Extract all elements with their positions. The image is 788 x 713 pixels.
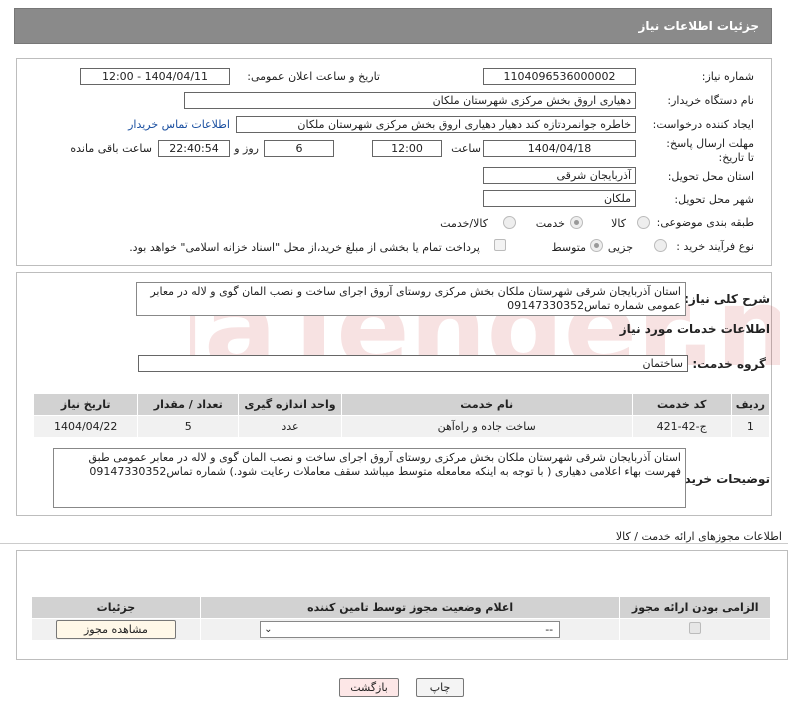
- col-row: ردیف: [730, 393, 771, 416]
- cell-code: ج-42-421: [631, 415, 732, 438]
- category-radio-goods[interactable]: [637, 216, 650, 229]
- days-label: روز و: [234, 142, 259, 155]
- days-field: 6: [264, 140, 334, 157]
- table-row: -- ⌄ مشاهده مجوز: [31, 618, 771, 641]
- announce-label: تاریخ و ساعت اعلان عمومی:: [247, 70, 380, 83]
- permits-heading: اطلاعات مجوزهای ارائه خدمت / کالا: [615, 530, 782, 543]
- category-label: طبقه بندی موضوعی:: [656, 216, 754, 229]
- need-number-label: شماره نیاز:: [701, 70, 754, 83]
- col-code: کد خدمت: [631, 393, 732, 416]
- col-unit: واحد اندازه گیری: [238, 393, 342, 416]
- cell-qty: 5: [137, 415, 240, 438]
- deadline-time-field: 12:00: [372, 140, 442, 157]
- permit-status-value: --: [545, 623, 554, 636]
- service-group-label: گروه خدمت:: [692, 357, 766, 371]
- buyer-field: دهیاری اروق بخش مرکزی شهرستان ملکان: [184, 92, 636, 109]
- cell-row: 1: [730, 415, 771, 438]
- cell-name: ساخت جاده و راه‌آهن: [340, 415, 633, 438]
- process-option-medium: متوسط: [551, 241, 586, 254]
- category-radio-goods-service[interactable]: [503, 216, 516, 229]
- col-permit-status: اعلام وضعیت مجوز توسط تامین کننده: [199, 596, 621, 619]
- process-option-minor: جزیی: [607, 241, 633, 254]
- services-heading: اطلاعات خدمات مورد نیاز: [619, 322, 770, 336]
- city-field: ملکان: [483, 190, 636, 207]
- view-permit-button[interactable]: مشاهده مجوز: [55, 620, 176, 639]
- page-title-bar: جزئیات اطلاعات نیاز: [14, 8, 772, 44]
- province-field: آذربایجان شرقی: [483, 167, 636, 184]
- services-table-header: ردیف کد خدمت نام خدمت واحد اندازه گیری ت…: [32, 393, 771, 416]
- service-group-field: ساختمان: [138, 355, 688, 372]
- back-button[interactable]: بازگشت: [339, 678, 399, 697]
- treasury-payment-checkbox[interactable]: [494, 239, 506, 251]
- city-label: شهر محل تحویل:: [674, 193, 754, 206]
- permits-table: الزامی بودن ارائه مجوز اعلام وضعیت مجوز …: [31, 596, 771, 641]
- permits-table-header: الزامی بودن ارائه مجوز اعلام وضعیت مجوز …: [31, 596, 771, 619]
- announce-datetime-field: 1404/04/11 - 12:00: [80, 68, 230, 85]
- permit-status-select[interactable]: -- ⌄: [260, 621, 561, 638]
- cell-unit: عدد: [238, 415, 342, 438]
- services-table: ردیف کد خدمت نام خدمت واحد اندازه گیری ت…: [32, 393, 771, 438]
- summary-text: استان آذربایجان شرقی شهرستان ملکان بخش م…: [136, 282, 686, 316]
- permit-required-checkbox: [689, 622, 702, 634]
- cell-permit-details: مشاهده مجوز: [31, 618, 201, 641]
- province-label: استان محل تحویل:: [667, 170, 754, 183]
- category-radio-service[interactable]: [570, 216, 583, 229]
- page-title: جزئیات اطلاعات نیاز: [638, 19, 759, 33]
- category-option-goods: کالا: [611, 217, 626, 230]
- col-date: تاریخ نیاز: [32, 393, 139, 416]
- table-row: 1 ج-42-421 ساخت جاده و راه‌آهن عدد 5 140…: [32, 415, 771, 438]
- cell-date: 1404/04/22: [32, 415, 139, 438]
- deadline-date-field: 1404/04/18: [483, 140, 636, 157]
- buyer-contact-link[interactable]: اطلاعات تماس خریدار: [128, 118, 230, 131]
- need-number-field: 1104096536000002: [483, 68, 636, 85]
- process-radio-minor[interactable]: [654, 239, 667, 252]
- category-option-service: خدمت: [535, 217, 565, 230]
- col-permit-required: الزامی بودن ارائه مجوز: [619, 596, 771, 619]
- print-button[interactable]: چاپ: [416, 678, 464, 697]
- col-name: نام خدمت: [340, 393, 633, 416]
- creator-label: ایجاد کننده درخواست:: [652, 118, 754, 131]
- col-permit-details: جزئیات: [31, 596, 201, 619]
- deadline-label: مهلت ارسال پاسخ: تا تاریخ:: [666, 137, 754, 164]
- treasury-payment-note: پرداخت تمام یا بخشی از مبلغ خرید،از محل …: [129, 241, 480, 254]
- buyer-notes-text: استان آذربایجان شرقی شهرستان ملکان بخش م…: [53, 448, 686, 508]
- remaining-label: ساعت باقی مانده: [70, 142, 152, 155]
- remaining-time-field: 22:40:54: [158, 140, 230, 157]
- cell-permit-required: [619, 618, 771, 641]
- buyer-label: نام دستگاه خریدار:: [667, 94, 754, 107]
- chevron-down-icon: ⌄: [264, 624, 273, 635]
- creator-field: خاطره جوانمردتازه کند دهیار دهیاری اروق …: [236, 116, 636, 133]
- summary-label: شرح کلی نیاز:: [684, 292, 770, 306]
- time-label: ساعت: [451, 142, 481, 155]
- process-radio-medium[interactable]: [590, 239, 603, 252]
- permits-divider: [0, 543, 788, 544]
- col-qty: تعداد / مقدار: [137, 393, 240, 416]
- cell-permit-status: -- ⌄: [199, 618, 621, 641]
- need-info-panel: [16, 58, 772, 266]
- category-option-goods-service: کالا/خدمت: [440, 217, 488, 230]
- process-label: نوع فرآیند خرید :: [676, 240, 754, 253]
